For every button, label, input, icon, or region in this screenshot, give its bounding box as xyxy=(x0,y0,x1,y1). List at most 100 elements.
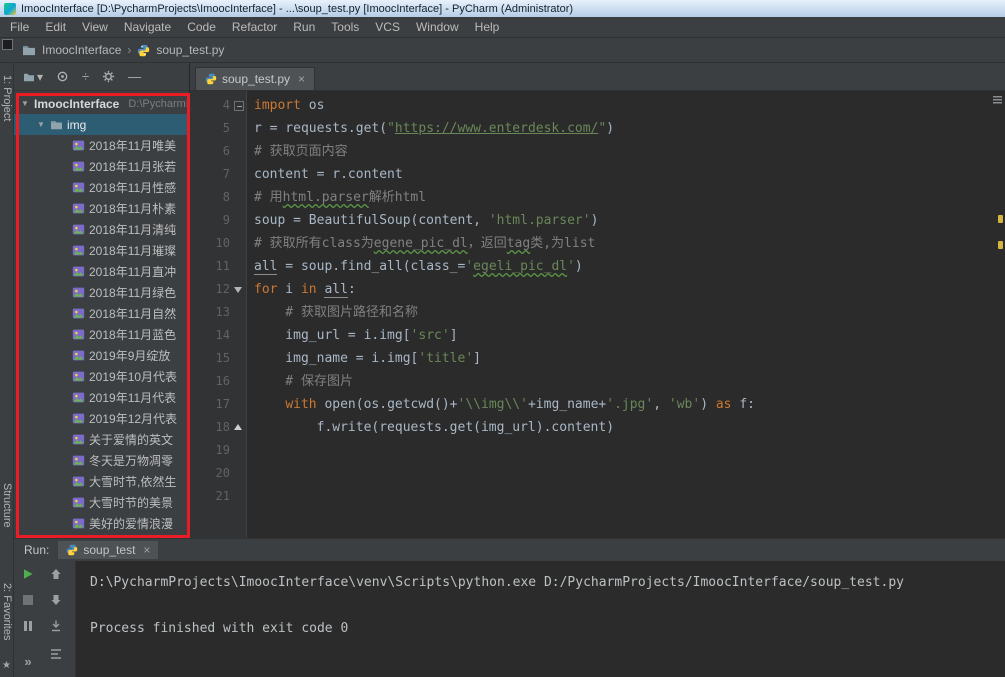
tree-item-project-root[interactable]: ▼ ImoocInterface D:\PycharmProjects\Imoo… xyxy=(14,93,189,114)
tree-item-image-file[interactable]: 关于爱情的英文 xyxy=(14,429,189,450)
tree-item-image-file[interactable]: 2018年11月性感 xyxy=(14,177,189,198)
tool-window-quick-access-button[interactable] xyxy=(2,39,13,50)
scroll-to-end-icon[interactable] xyxy=(48,618,64,634)
line-number[interactable]: 6 xyxy=(190,140,230,163)
tree-item-image-file[interactable]: 2018年11月唯美 xyxy=(14,135,189,156)
editor-tab-soup-test[interactable]: soup_test.py × xyxy=(195,67,316,90)
code-line-20[interactable]: 20 xyxy=(190,462,1005,485)
menu-run[interactable]: Run xyxy=(285,18,323,36)
warning-stripe-mark[interactable] xyxy=(998,241,1003,249)
rerun-button[interactable] xyxy=(20,566,36,582)
chevron-down-icon[interactable]: ▼ xyxy=(20,99,30,108)
code-line-17[interactable]: 17 with open(os.getcwd()+'\\img\\'+img_n… xyxy=(190,393,1005,416)
code-line-18[interactable]: 18 f.write(requests.get(img_url).content… xyxy=(190,416,1005,439)
tool-stripe-structure[interactable]: Structure xyxy=(1,483,13,528)
stop-button[interactable] xyxy=(20,592,36,608)
inspections-status-icon[interactable] xyxy=(993,95,1002,104)
tree-item-image-file[interactable]: 2018年11月清纯 xyxy=(14,219,189,240)
project-view-selector[interactable]: ▾ xyxy=(23,70,43,84)
line-number[interactable]: 17 xyxy=(190,393,230,416)
code-line-5[interactable]: 5 r = requests.get("https://www.enterdesk… xyxy=(190,117,1005,140)
code-line-13[interactable]: 13 # 获取图片路径和名称 xyxy=(190,301,1005,324)
line-number[interactable]: 18 xyxy=(190,416,230,439)
line-number[interactable]: 5 xyxy=(190,117,230,140)
soft-wrap-icon[interactable] xyxy=(48,646,64,662)
line-number[interactable]: 21 xyxy=(190,485,230,508)
line-number[interactable]: 7 xyxy=(190,163,230,186)
line-number[interactable]: 9 xyxy=(190,209,230,232)
menu-window[interactable]: Window xyxy=(408,18,467,36)
code-line-14[interactable]: 14 img_url = i.img['src'] xyxy=(190,324,1005,347)
favorites-star-icon[interactable]: ★ xyxy=(2,660,11,671)
tree-item-image-file[interactable]: 美好的爱情浪漫 xyxy=(14,513,189,534)
tree-item-image-file[interactable]: 2018年11月蓝色 xyxy=(14,324,189,345)
warning-stripe-mark[interactable] xyxy=(998,215,1003,223)
line-number[interactable]: 19 xyxy=(190,439,230,462)
fold-marker-icon[interactable] xyxy=(230,416,246,439)
tree-item-image-file[interactable]: 大雪时节,依然生 xyxy=(14,471,189,492)
up-stack-trace-button[interactable] xyxy=(48,566,64,582)
more-actions-icon[interactable]: » xyxy=(20,653,36,669)
tree-item-image-file[interactable]: 2018年11月璀璨 xyxy=(14,240,189,261)
menu-help[interactable]: Help xyxy=(467,18,508,36)
line-number[interactable]: 20 xyxy=(190,462,230,485)
line-number[interactable]: 11 xyxy=(190,255,230,278)
line-number[interactable]: 4 xyxy=(190,94,230,117)
code-line-15[interactable]: 15 img_name = i.img['title'] xyxy=(190,347,1005,370)
tree-item-image-file[interactable]: 2019年10月代表 xyxy=(14,366,189,387)
code-line-19[interactable]: 19 xyxy=(190,439,1005,462)
close-tab-icon[interactable]: × xyxy=(298,72,305,86)
line-number[interactable]: 10 xyxy=(190,232,230,255)
code-line-7[interactable]: 7 content = r.content xyxy=(190,163,1005,186)
locate-file-button[interactable] xyxy=(56,70,69,83)
code-line-9[interactable]: 9 soup = BeautifulSoup(content, 'html.par… xyxy=(190,209,1005,232)
tool-stripe-favorites[interactable]: 2: Favorites xyxy=(1,583,13,640)
fold-marker-icon[interactable] xyxy=(230,94,246,117)
code-editor[interactable]: 4 import os 5 r = requests.get("https://www… xyxy=(190,91,1005,538)
line-number[interactable]: 13 xyxy=(190,301,230,324)
code-line-6[interactable]: 6 # 获取页面内容 xyxy=(190,140,1005,163)
hide-panel-button[interactable]: — xyxy=(128,70,141,83)
collapse-all-button[interactable]: ÷ xyxy=(82,70,89,83)
menu-refactor[interactable]: Refactor xyxy=(224,18,285,36)
tree-item-image-file[interactable]: 大雪时节的美景 xyxy=(14,492,189,513)
breadcrumb-file[interactable]: soup_test.py xyxy=(156,43,224,57)
breadcrumb-project[interactable]: ImoocInterface xyxy=(42,43,121,57)
tree-item-image-file[interactable]: 2019年9月绽放 xyxy=(14,345,189,366)
line-number[interactable]: 16 xyxy=(190,370,230,393)
line-number[interactable]: 15 xyxy=(190,347,230,370)
tree-item-image-file[interactable]: 冬天是万物凋零 xyxy=(14,450,189,471)
menu-view[interactable]: View xyxy=(74,18,116,36)
menu-navigate[interactable]: Navigate xyxy=(116,18,179,36)
code-line-4[interactable]: 4 import os xyxy=(190,94,1005,117)
code-line-8[interactable]: 8 # 用html.parser解析html xyxy=(190,186,1005,209)
pause-output-button[interactable] xyxy=(20,618,36,634)
close-tab-icon[interactable]: × xyxy=(143,543,150,557)
menu-vcs[interactable]: VCS xyxy=(367,18,408,36)
line-number[interactable]: 12 xyxy=(190,278,230,301)
tree-item-image-file[interactable]: 2018年11月自然 xyxy=(14,303,189,324)
code-line-11[interactable]: 11 all = soup.find_all(class_='egeli_pic_… xyxy=(190,255,1005,278)
code-line-21[interactable]: 21 xyxy=(190,485,1005,508)
run-tab-soup-test[interactable]: soup_test × xyxy=(58,541,159,559)
tree-item-image-file[interactable]: 2018年11月绿色 xyxy=(14,282,189,303)
code-line-10[interactable]: 10 # 获取所有class为egene_pic_dl，返回tag类,为list xyxy=(190,232,1005,255)
chevron-down-icon[interactable]: ▼ xyxy=(36,120,46,129)
tree-item-image-file[interactable]: 2018年11月朴素 xyxy=(14,198,189,219)
fold-marker-icon[interactable] xyxy=(230,278,246,301)
tree-item-image-file[interactable]: 2019年11月代表 xyxy=(14,387,189,408)
tree-item-image-file[interactable]: 2018年11月直冲 xyxy=(14,261,189,282)
settings-gear-icon[interactable] xyxy=(102,70,115,83)
tree-item-image-file[interactable]: 2018年11月张若 xyxy=(14,156,189,177)
code-line-12[interactable]: 12 for i in all: xyxy=(190,278,1005,301)
tree-item-img-folder[interactable]: ▼ img xyxy=(14,114,189,135)
menu-edit[interactable]: Edit xyxy=(37,18,74,36)
console-output[interactable]: D:\PycharmProjects\ImoocInterface\venv\S… xyxy=(76,561,1005,677)
menu-code[interactable]: Code xyxy=(179,18,224,36)
tool-stripe-project[interactable]: 1: Project xyxy=(1,75,13,121)
code-line-16[interactable]: 16 # 保存图片 xyxy=(190,370,1005,393)
down-stack-trace-button[interactable] xyxy=(48,592,64,608)
menu-tools[interactable]: Tools xyxy=(323,18,367,36)
menu-file[interactable]: File xyxy=(2,18,37,36)
line-number[interactable]: 14 xyxy=(190,324,230,347)
